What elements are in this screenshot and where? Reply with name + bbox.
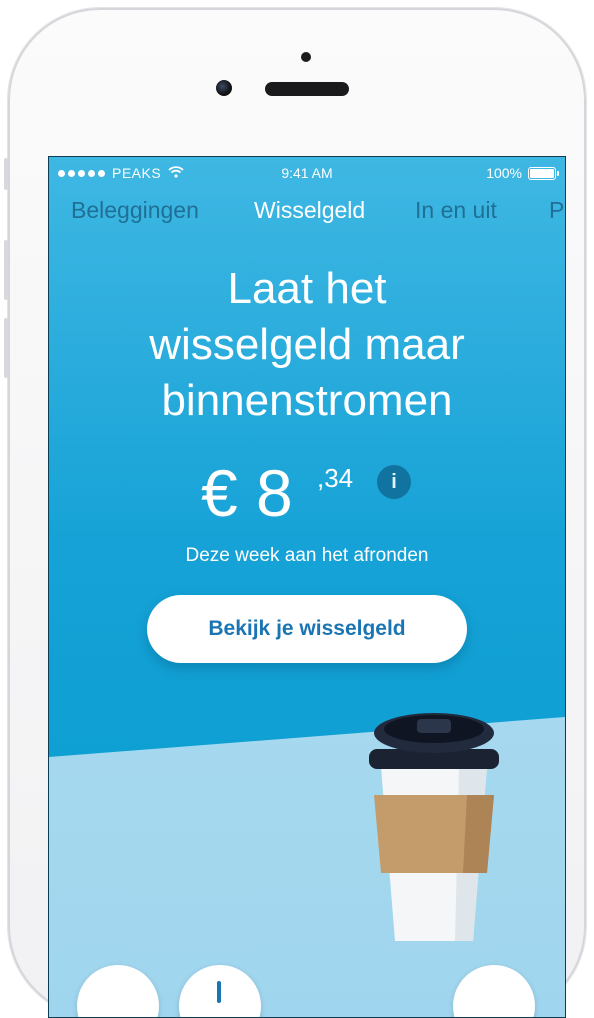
amount-cents: ,34 (317, 463, 354, 493)
app-screen: PEAKS 9:41 AM 100% Beleggingen Wisselgel… (48, 156, 566, 1018)
title-line: Laat het (227, 264, 387, 313)
page-title: Laat het wisselgeld maar binnenstromen (49, 261, 565, 429)
title-line: binnenstromen (161, 376, 453, 425)
battery-icon (528, 166, 559, 180)
earpiece-speaker (265, 82, 349, 96)
tab-beleggingen[interactable]: Beleggingen (71, 197, 199, 224)
change-amount: € 8 ,34 i (49, 457, 565, 537)
title-line: wisselgeld maar (149, 320, 465, 369)
battery-percent: 100% (486, 165, 522, 181)
tab-in-en-uit[interactable]: In en uit (415, 197, 497, 224)
volume-up-button (4, 240, 8, 300)
status-bar: PEAKS 9:41 AM 100% (49, 157, 565, 191)
arrow-down-icon (217, 981, 221, 1003)
info-icon[interactable]: i (377, 465, 411, 499)
front-camera-icon (216, 80, 232, 96)
tab-next-partial[interactable]: P (549, 197, 564, 224)
tab-wisselgeld[interactable]: Wisselgeld (254, 197, 365, 224)
view-change-button[interactable]: Bekijk je wisselgeld (147, 595, 467, 663)
amount-subtitle: Deze week aan het afronden (185, 545, 429, 566)
tab-bar: Beleggingen Wisselgeld In en uit P (49, 197, 565, 229)
mute-switch (4, 158, 8, 190)
volume-down-button (4, 318, 8, 378)
proximity-sensor (301, 52, 311, 62)
phone-frame: PEAKS 9:41 AM 100% Beleggingen Wisselgel… (4, 8, 586, 1018)
coffee-cup-icon (369, 713, 499, 941)
amount-euros: € 8 (201, 456, 293, 530)
status-right: 100% (486, 165, 559, 181)
